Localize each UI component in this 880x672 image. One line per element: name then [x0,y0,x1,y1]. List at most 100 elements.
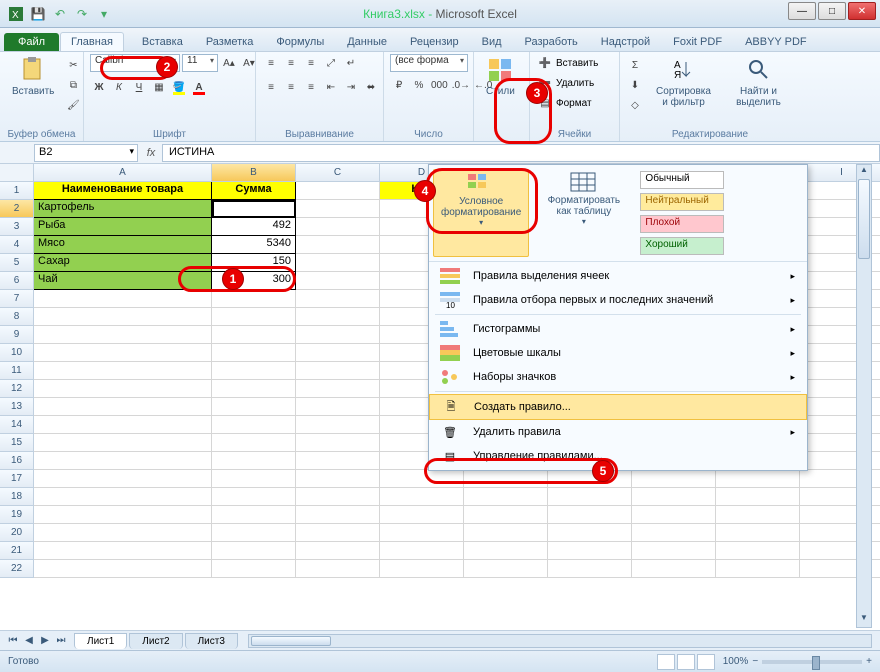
cell-C6[interactable] [296,272,380,290]
orientation-icon[interactable]: ⤢ [322,54,340,72]
row-header-9[interactable]: 9 [0,326,34,344]
row-header-6[interactable]: 6 [0,272,34,290]
indent-inc-icon[interactable]: ⇥ [342,78,360,96]
tab-formulas[interactable]: Формулы [265,32,335,51]
row-header-2[interactable]: 2 [0,200,34,218]
cell-C17[interactable] [296,470,380,488]
cell-C22[interactable] [296,560,380,578]
row-header-20[interactable]: 20 [0,524,34,542]
tab-home[interactable]: Главная [60,32,124,51]
tab-foxit[interactable]: Foxit PDF [662,32,733,51]
style-good[interactable]: Хороший [640,237,724,255]
style-bad[interactable]: Плохой [640,215,724,233]
cell-E22[interactable] [464,560,548,578]
align-right-icon[interactable]: ≡ [302,78,320,96]
menu-highlight-rules[interactable]: Правила выделения ячеек▸ [429,264,807,288]
cell-B16[interactable] [212,452,296,470]
percent-icon[interactable]: % [410,76,428,94]
row-header-1[interactable]: 1 [0,182,34,200]
row-header-4[interactable]: 4 [0,236,34,254]
cut-icon[interactable]: ✂ [64,56,82,74]
cell-H19[interactable] [716,506,800,524]
tab-insert[interactable]: Вставка [125,32,194,51]
cell-A6[interactable]: Чай [34,272,212,290]
cell-B12[interactable] [212,380,296,398]
find-select-button[interactable]: Найти и выделить [723,54,794,110]
row-header-12[interactable]: 12 [0,380,34,398]
wrap-text-icon[interactable]: ↵ [342,54,360,72]
fill-icon[interactable]: ⬇ [626,76,644,94]
row-header-21[interactable]: 21 [0,542,34,560]
cell-B8[interactable] [212,308,296,326]
cell-E21[interactable] [464,542,548,560]
redo-icon[interactable]: ↷ [74,6,90,22]
cell-F18[interactable] [548,488,632,506]
style-normal[interactable]: Обычный [640,171,724,189]
cell-D18[interactable] [380,488,464,506]
menu-create-rule[interactable]: 🗎Создать правило... [429,394,807,420]
grow-font-icon[interactable]: A▴ [220,54,238,72]
clear-icon[interactable]: ◇ [626,96,644,114]
cell-A16[interactable] [34,452,212,470]
cell-F21[interactable] [548,542,632,560]
cell-C19[interactable] [296,506,380,524]
cell-C15[interactable] [296,434,380,452]
cell-B5[interactable]: 150 [212,254,296,272]
cell-A9[interactable] [34,326,212,344]
tab-abbyy[interactable]: ABBYY PDF [734,32,818,51]
cell-A3[interactable]: Рыба [34,218,212,236]
cell-B22[interactable] [212,560,296,578]
fx-icon[interactable]: fx [140,147,162,159]
cell-B18[interactable] [212,488,296,506]
undo-icon[interactable]: ↶ [52,6,68,22]
row-header-10[interactable]: 10 [0,344,34,362]
save-icon[interactable]: 💾 [30,6,46,22]
cell-D20[interactable] [380,524,464,542]
cell-D19[interactable] [380,506,464,524]
cell-C21[interactable] [296,542,380,560]
col-header-C[interactable]: C [296,164,380,182]
close-button[interactable]: ✕ [848,2,876,20]
cell-B7[interactable] [212,290,296,308]
cell-A7[interactable] [34,290,212,308]
cell-B4[interactable]: 5340 [212,236,296,254]
row-header-3[interactable]: 3 [0,218,34,236]
align-top-icon[interactable]: ≡ [262,54,280,72]
number-format-combo[interactable]: (все форма [390,54,468,72]
cell-C7[interactable] [296,290,380,308]
row-header-7[interactable]: 7 [0,290,34,308]
cell-A21[interactable] [34,542,212,560]
cell-B10[interactable] [212,344,296,362]
row-header-18[interactable]: 18 [0,488,34,506]
style-neutral[interactable]: Нейтральный [640,193,724,211]
row-header-8[interactable]: 8 [0,308,34,326]
sheet-nav[interactable]: ⏮◀▶⏭ [0,635,74,646]
tab-layout[interactable]: Разметка [195,32,265,51]
font-size-combo[interactable]: 11 [182,54,218,72]
select-all-corner[interactable] [0,164,34,182]
cell-C2[interactable] [296,200,380,218]
inc-decimal-icon[interactable]: .0→ [451,76,471,94]
row-header-13[interactable]: 13 [0,398,34,416]
italic-button[interactable]: К [110,78,128,96]
align-left-icon[interactable]: ≡ [262,78,280,96]
comma-icon[interactable]: 000 [430,76,449,94]
col-header-A[interactable]: A [34,164,212,182]
sheet-tab-3[interactable]: Лист3 [185,633,238,649]
cell-C14[interactable] [296,416,380,434]
cell-A5[interactable]: Сахар [34,254,212,272]
cell-F19[interactable] [548,506,632,524]
cell-C12[interactable] [296,380,380,398]
tab-addins[interactable]: Надстрой [590,32,661,51]
cell-B9[interactable] [212,326,296,344]
cell-C8[interactable] [296,308,380,326]
cell-A12[interactable] [34,380,212,398]
row-header-5[interactable]: 5 [0,254,34,272]
view-buttons[interactable] [657,654,715,670]
cell-H21[interactable] [716,542,800,560]
cell-H18[interactable] [716,488,800,506]
cell-C13[interactable] [296,398,380,416]
row-header-17[interactable]: 17 [0,470,34,488]
cell-C3[interactable] [296,218,380,236]
cell-E19[interactable] [464,506,548,524]
